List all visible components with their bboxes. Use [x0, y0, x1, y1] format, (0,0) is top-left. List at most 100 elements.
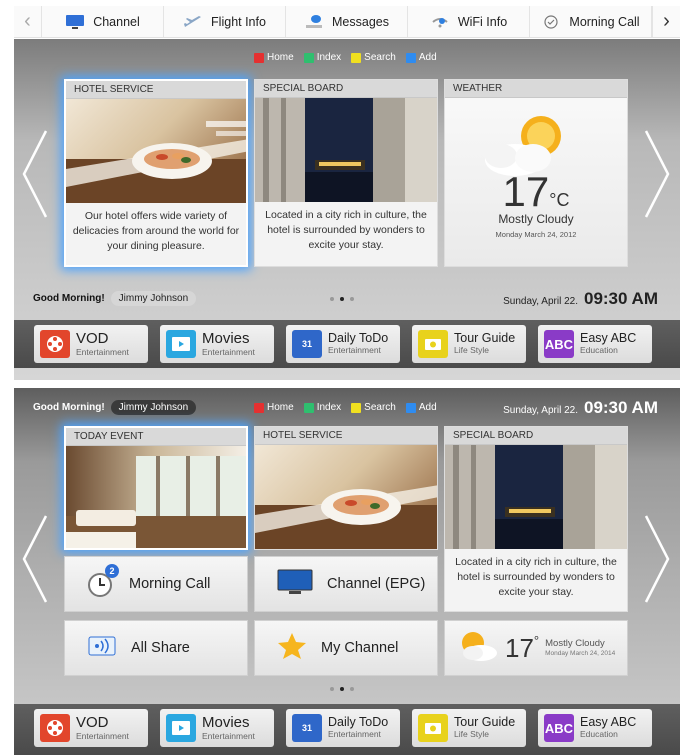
app-movies[interactable]: Movies Entertainment [160, 325, 274, 363]
legend-search: Search [351, 52, 396, 63]
temperature-unit: °C [549, 190, 570, 210]
airplane-icon [183, 14, 203, 30]
clock-icon [541, 14, 561, 30]
greeting: Good Morning! Jimmy Johnson [33, 400, 197, 415]
home-screen-panel: Home Index Search Add HOTEL SERVICE Our … [14, 39, 680, 380]
current-time: 09:30 AM [583, 398, 658, 417]
film-reel-icon [40, 714, 70, 742]
color-key-legend: Home Index Search Add [254, 402, 437, 413]
hotel-room-photo [66, 446, 246, 548]
my-channel-tile[interactable]: My Channel [254, 620, 438, 676]
app-subtitle: Entertainment [328, 729, 381, 740]
next-page-arrow-icon[interactable] [642, 514, 672, 604]
app-easy-abc[interactable]: ABC Easy ABC Education [538, 325, 652, 363]
legend-index: Index [303, 402, 341, 413]
card-header: WEATHER [445, 80, 627, 98]
special-board-card[interactable]: SPECIAL BOARD Located in a city rich in … [444, 426, 628, 612]
blue-key-icon [405, 52, 416, 63]
channel-epg-tile[interactable]: Channel (EPG) [254, 556, 438, 612]
app-subtitle: Life Style [454, 729, 489, 740]
all-share-tile[interactable]: All Share [64, 620, 248, 676]
weather-condition: Mostly Cloudy [498, 212, 574, 226]
morning-call-tile[interactable]: 2 Morning Call [64, 556, 248, 612]
app-subtitle: Education [580, 729, 618, 740]
star-icon [277, 631, 307, 665]
user-name: Jimmy Johnson [110, 291, 197, 306]
app-daily-todo[interactable]: 31 Daily ToDo Entertainment [286, 325, 400, 363]
share-icon [87, 634, 117, 662]
hotel-service-card[interactable]: HOTEL SERVICE Our hotel offers wide vari… [64, 79, 248, 267]
nav-item-wifi-info[interactable]: WiFi Info [408, 6, 530, 37]
app-tour-guide[interactable]: Tour Guide Life Style [412, 709, 526, 747]
app-title: VOD [76, 330, 109, 348]
red-key-icon [254, 52, 264, 63]
app-easy-abc[interactable]: ABC Easy ABC Education [538, 709, 652, 747]
tile-label: All Share [131, 640, 190, 656]
legend-add: Add [405, 52, 437, 63]
weather-tile[interactable]: 17° Mostly Cloudy Monday March 24, 2014 [444, 620, 628, 676]
nav-item-label: Morning Call [569, 14, 640, 29]
app-movies[interactable]: Movies Entertainment [160, 709, 274, 747]
card-description: Our hotel offers wide variety of delicac… [72, 210, 240, 252]
app-title: Daily ToDo [328, 715, 389, 730]
dining-photo [255, 445, 437, 549]
nav-next-arrow-icon[interactable]: › [652, 6, 680, 37]
hotel-service-card[interactable]: HOTEL SERVICE [254, 426, 438, 550]
app-vod[interactable]: VOD Entertainment [34, 325, 148, 363]
app-title: Tour Guide [454, 715, 516, 730]
prev-page-arrow-icon[interactable] [20, 514, 50, 604]
notification-badge: 2 [105, 564, 119, 578]
top-nav-bar: ‹ Channel Flight Info Messages WiFi Info… [14, 6, 680, 38]
nav-item-label: Flight Info [211, 14, 266, 29]
app-subtitle: Entertainment [76, 346, 129, 357]
nav-prev-arrow-icon[interactable]: ‹ [14, 6, 42, 37]
app-subtitle: Entertainment [202, 346, 255, 357]
legend-home: Home [254, 52, 294, 63]
weather-date: Monday March 24, 2014 [545, 649, 616, 657]
legend-add: Add [405, 402, 437, 413]
camera-icon [418, 330, 448, 358]
page-indicator [330, 297, 354, 301]
yellow-key-icon [351, 52, 362, 63]
app-tour-guide[interactable]: Tour Guide Life Style [412, 325, 526, 363]
app-subtitle: Entertainment [202, 730, 255, 741]
abc-icon: ABC [544, 714, 574, 742]
abc-icon: ABC [544, 330, 574, 358]
nav-item-flight-info[interactable]: Flight Info [164, 6, 286, 37]
card-header: HOTEL SERVICE [255, 427, 437, 445]
blue-key-icon [405, 402, 416, 413]
next-page-arrow-icon[interactable] [642, 129, 672, 219]
nav-item-label: Channel [93, 14, 140, 29]
date-time: Sunday, April 22. 09:30 AM [503, 289, 658, 309]
nav-item-label: WiFi Info [457, 14, 508, 29]
nav-item-messages[interactable]: Messages [286, 6, 408, 37]
app-daily-todo[interactable]: 31 Daily ToDo Entertainment [286, 709, 400, 747]
prev-page-arrow-icon[interactable] [20, 129, 50, 219]
legend-index: Index [303, 52, 341, 63]
app-title: VOD [76, 714, 109, 732]
yellow-key-icon [351, 402, 362, 413]
alarm-clock-icon: 2 [87, 564, 119, 598]
calendar-icon: 31 [292, 330, 322, 358]
special-board-card[interactable]: SPECIAL BOARD Located in a city rich in … [254, 79, 438, 267]
nav-item-label: Messages [332, 14, 389, 29]
nav-item-morning-call[interactable]: Morning Call [530, 6, 652, 37]
dining-photo [66, 99, 246, 203]
card-header: TODAY EVENT [66, 428, 246, 446]
tv-icon [277, 568, 313, 600]
weather-card[interactable]: WEATHER 17°C Mostly Cloudy Monday March … [444, 79, 628, 267]
app-vod[interactable]: VOD Entertainment [34, 709, 148, 747]
tile-label: Morning Call [129, 576, 211, 592]
app-title: Easy ABC [580, 715, 637, 730]
card-header: HOTEL SERVICE [66, 81, 246, 99]
today-event-card[interactable]: TODAY EVENT [64, 426, 248, 550]
green-key-icon [303, 402, 314, 413]
nav-item-channel[interactable]: Channel [42, 6, 164, 37]
app-title: Tour Guide [454, 331, 516, 346]
weather-date: Monday March 24, 2012 [495, 230, 577, 239]
tile-label: My Channel [321, 640, 399, 656]
app-subtitle: Entertainment [76, 730, 129, 741]
temperature-value: 17° [505, 632, 540, 663]
date-time: Sunday, April 22. 09:30 AM [503, 398, 658, 418]
app-dock: VOD Entertainment Movies Entertainment 31 … [14, 320, 680, 368]
